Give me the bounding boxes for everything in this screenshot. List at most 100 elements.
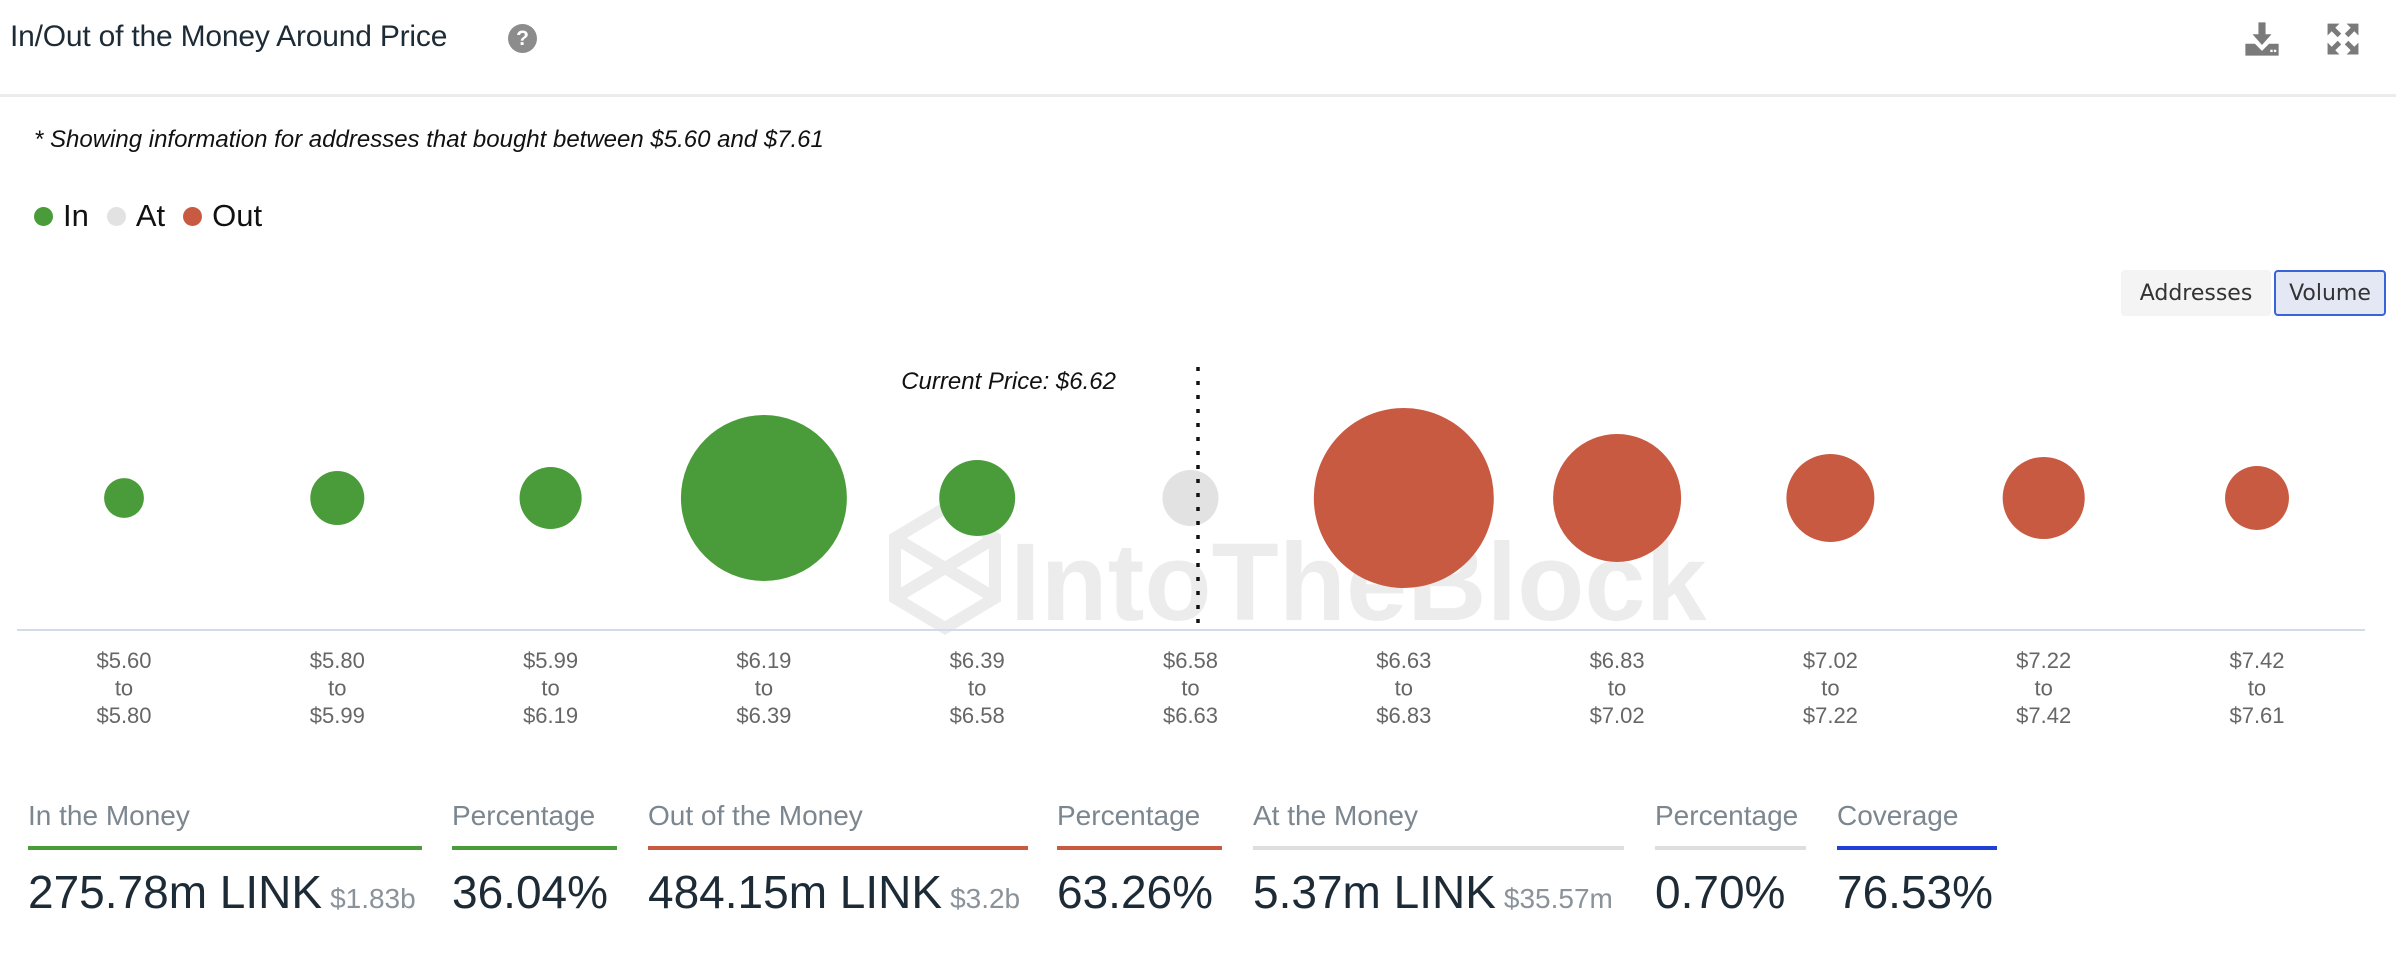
x-tick-label-to: $7.61 bbox=[2229, 703, 2284, 728]
x-tick-label-to: $7.02 bbox=[1590, 703, 1645, 728]
stat-label: Percentage bbox=[1655, 800, 1799, 831]
bubble-at[interactable] bbox=[1162, 469, 1219, 527]
legend-label-out: Out bbox=[212, 198, 263, 233]
x-tick-label-from: $5.60 bbox=[96, 648, 151, 673]
bubble-chart: IntoTheBlock Current Price: $6.62 $5.60t… bbox=[17, 367, 2365, 728]
bubble-out[interactable] bbox=[2002, 456, 2085, 540]
stat-value: 0.70% bbox=[1655, 864, 1806, 920]
stat-underline bbox=[28, 846, 422, 850]
x-tick-label-to-word: to bbox=[1181, 676, 1199, 701]
legend: In At Out bbox=[34, 198, 280, 234]
question-circle-icon[interactable]: ? bbox=[508, 24, 537, 53]
stat-label: Percentage bbox=[452, 800, 596, 831]
stat-underline bbox=[648, 846, 1028, 850]
legend-label-at: At bbox=[135, 198, 166, 233]
x-tick-label-from: $6.63 bbox=[1376, 648, 1431, 673]
summary-stats: In the Money 275.78m LINK $1.83b Percentage… bbox=[0, 795, 2396, 935]
x-tick-label-to: $6.58 bbox=[950, 703, 1005, 728]
x-tick-label-from: $7.22 bbox=[2016, 648, 2071, 673]
stat-label: Out of the Money bbox=[648, 800, 863, 831]
stat-out-of-the-money: Out of the Money 484.15m LINK $3.2b bbox=[648, 795, 1028, 927]
stat-underline bbox=[1253, 846, 1624, 850]
x-tick-label-to: $5.80 bbox=[96, 703, 151, 728]
x-tick-label-from: $7.02 bbox=[1803, 648, 1858, 673]
stat-value: 76.53% bbox=[1837, 864, 1997, 920]
stat-value: 484.15m LINK $3.2b bbox=[648, 864, 1028, 927]
x-tick-label-to-word: to bbox=[1821, 676, 1839, 701]
bubble-out[interactable] bbox=[1313, 408, 1494, 588]
stat-value: 36.04% bbox=[452, 864, 617, 920]
legend-dot-in bbox=[34, 206, 53, 226]
bubble-in[interactable] bbox=[310, 471, 365, 525]
legend-label-in: In bbox=[63, 198, 89, 233]
x-axis-labels: $5.60to$5.80$5.80to$5.99$5.99to$6.19$6.1… bbox=[96, 648, 2284, 728]
stat-value-main: 5.37m LINK bbox=[1253, 866, 1496, 918]
x-tick-label-from: $6.83 bbox=[1590, 648, 1645, 673]
stat-at-the-money: At the Money 5.37m LINK $35.57m bbox=[1253, 795, 1624, 927]
stat-label: In the Money bbox=[28, 800, 190, 831]
x-tick-label-to-word: to bbox=[115, 676, 133, 701]
widget-header: In/Out of the Money Around Price ? bbox=[0, 0, 2396, 97]
volume-button[interactable]: Volume bbox=[2274, 270, 2386, 316]
stat-underline bbox=[452, 846, 617, 850]
bubble-out[interactable] bbox=[1786, 454, 1875, 542]
stat-value-main: 275.78m LINK bbox=[28, 866, 323, 918]
x-tick-label-to-word: to bbox=[968, 676, 986, 701]
x-tick-label-from: $6.58 bbox=[1163, 648, 1218, 673]
x-tick-label-from: $5.80 bbox=[310, 648, 365, 673]
bubble-in[interactable] bbox=[104, 478, 144, 518]
stat-label: Percentage bbox=[1057, 800, 1201, 831]
bubble-in[interactable] bbox=[680, 415, 847, 581]
x-tick-label-from: $5.99 bbox=[523, 648, 578, 673]
stat-label: Coverage bbox=[1837, 800, 1959, 831]
x-tick-label-to: $5.99 bbox=[310, 703, 365, 728]
stat-in-percentage: Percentage 36.04% bbox=[452, 795, 617, 920]
stat-underline bbox=[1655, 846, 1806, 850]
x-tick-label-to-word: to bbox=[2035, 676, 2053, 701]
legend-dot-at bbox=[106, 206, 126, 226]
x-tick-label-to-word: to bbox=[2248, 676, 2266, 701]
bubble-out[interactable] bbox=[2225, 466, 2289, 530]
stat-value-main: 0.70% bbox=[1655, 866, 1786, 918]
x-tick-label-to: $7.42 bbox=[2016, 703, 2071, 728]
x-tick-label-from: $7.42 bbox=[2229, 648, 2284, 673]
x-tick-label-to: $6.39 bbox=[736, 703, 791, 728]
x-tick-label-to-word: to bbox=[1608, 676, 1626, 701]
stat-value-main: 63.26% bbox=[1057, 866, 1214, 918]
addresses-button[interactable]: Addresses bbox=[2121, 270, 2271, 316]
stat-coverage: Coverage 76.53% bbox=[1837, 795, 1997, 920]
stat-out-percentage: Percentage 63.26% bbox=[1057, 795, 1222, 920]
stat-value: 5.37m LINK $35.57m bbox=[1253, 864, 1624, 927]
stat-underline bbox=[1837, 846, 1997, 850]
legend-item-in[interactable]: In bbox=[34, 198, 89, 234]
current-price-label: Current Price: $6.62 bbox=[901, 368, 1116, 395]
x-tick-label-to: $6.63 bbox=[1163, 703, 1218, 728]
stat-in-the-money: In the Money 275.78m LINK $1.83b bbox=[28, 795, 422, 927]
x-tick-label-from: $6.19 bbox=[736, 648, 791, 673]
stat-value: 63.26% bbox=[1057, 864, 1222, 920]
watermark-logo-lines bbox=[891, 532, 999, 604]
bubble-in[interactable] bbox=[519, 466, 582, 530]
stat-value-usd: $35.57m bbox=[1503, 883, 1613, 914]
stat-value-usd: $3.2b bbox=[950, 883, 1021, 914]
stat-value-main: 36.04% bbox=[452, 866, 609, 918]
x-tick-label-to: $6.83 bbox=[1376, 703, 1431, 728]
legend-dot-out bbox=[183, 206, 203, 226]
stat-value-main: 484.15m LINK bbox=[648, 866, 943, 918]
stat-at-percentage: Percentage 0.70% bbox=[1655, 795, 1806, 920]
x-tick-label-to-word: to bbox=[541, 676, 559, 701]
stat-value-usd: $1.83b bbox=[330, 883, 416, 914]
x-tick-label-to-word: to bbox=[1395, 676, 1413, 701]
widget-title: In/Out of the Money Around Price bbox=[10, 20, 448, 53]
bubble-in[interactable] bbox=[939, 460, 1016, 536]
expand-icon[interactable] bbox=[2324, 20, 2362, 58]
stat-value: 275.78m LINK $1.83b bbox=[28, 864, 422, 927]
x-tick-label-from: $6.39 bbox=[950, 648, 1005, 673]
x-tick-label-to: $7.22 bbox=[1803, 703, 1858, 728]
metric-toggle: Addresses Volume bbox=[2121, 270, 2386, 316]
legend-item-out[interactable]: Out bbox=[183, 198, 262, 234]
download-icon[interactable] bbox=[2243, 20, 2281, 58]
legend-item-at[interactable]: At bbox=[106, 198, 166, 234]
range-note: * Showing information for addresses that… bbox=[34, 126, 824, 153]
bubble-out[interactable] bbox=[1553, 433, 1682, 563]
